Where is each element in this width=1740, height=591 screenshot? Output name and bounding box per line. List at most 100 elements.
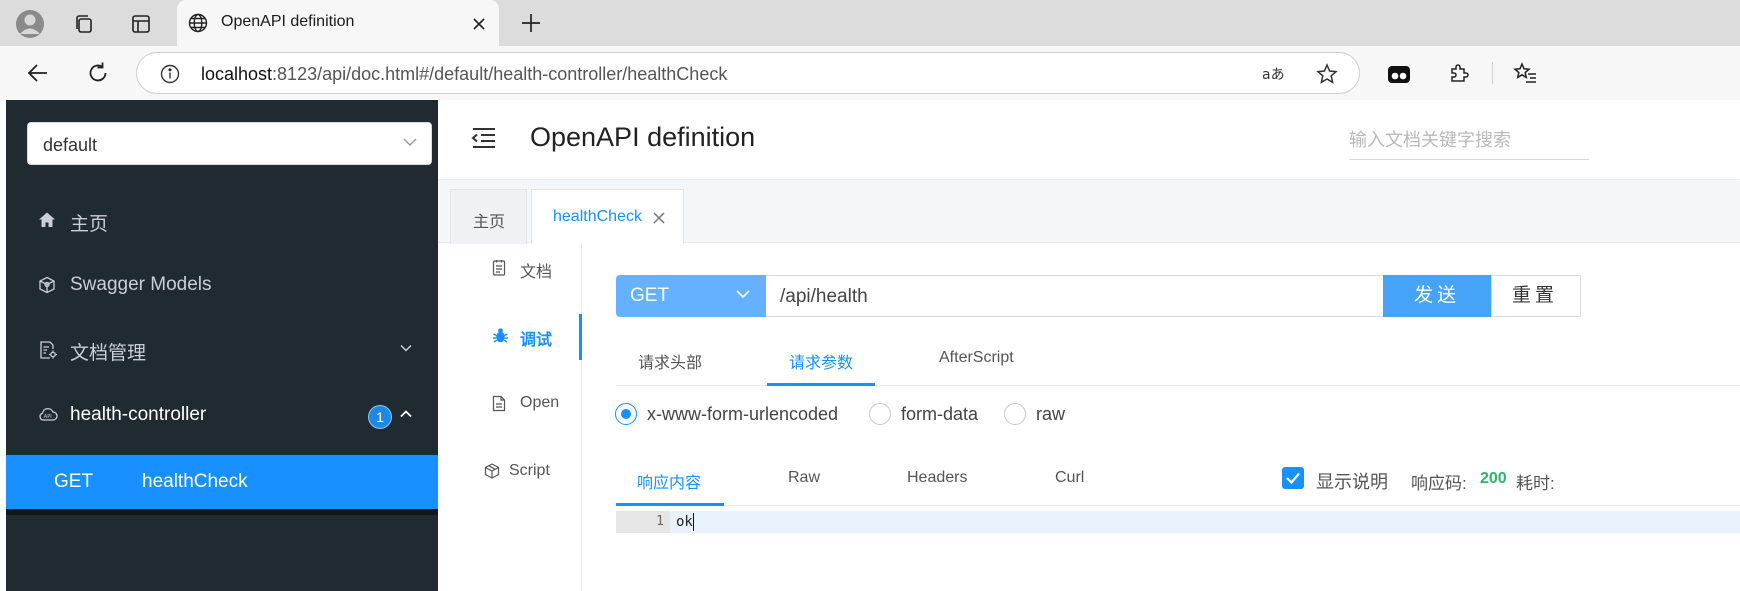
checkmark-icon <box>1286 472 1300 485</box>
nav-label: Script <box>509 462 550 479</box>
browser-tab-active[interactable]: OpenAPI definition <box>177 0 499 46</box>
document-icon <box>492 259 506 276</box>
nav-label: 文档 <box>520 264 553 281</box>
sidebar-item-label: Swagger Models <box>70 274 212 295</box>
sidebar-divider <box>6 509 438 515</box>
sidebar: default 主页 Swagger Models 文档管理 API healt… <box>6 100 438 591</box>
tab-healthcheck[interactable]: healthCheck <box>531 189 684 244</box>
search-input[interactable] <box>1349 122 1589 160</box>
tab-response-curl[interactable]: Curl <box>1055 469 1084 487</box>
address-bar[interactable]: localhost:8123/api/doc.html#/default/hea… <box>136 52 1360 94</box>
browser-toolbar: localhost:8123/api/doc.html#/default/hea… <box>0 46 1740 100</box>
url-host: localhost <box>201 64 273 84</box>
api-section-nav: 文档 调试 Open Script <box>440 243 582 591</box>
sidebar-item-label: 文档管理 <box>70 343 147 364</box>
tab-response-headers[interactable]: Headers <box>907 469 967 487</box>
radio-form-urlencoded[interactable]: x-www-form-urlencoded <box>615 403 855 427</box>
cube-icon <box>38 276 58 296</box>
request-path-value: /api/health <box>780 286 868 307</box>
reload-icon[interactable] <box>84 59 112 87</box>
code-sandbox-icon <box>484 463 500 479</box>
doc-tabs-bar: 主页 healthCheck <box>438 181 1740 244</box>
nav-label: 调试 <box>520 332 553 349</box>
workspaces-icon[interactable] <box>70 10 98 38</box>
tab-response-raw[interactable]: Raw <box>788 469 820 487</box>
page-title: OpenAPI definition <box>530 122 756 152</box>
radio-form-data[interactable]: form-data <box>869 403 989 427</box>
nav-script[interactable]: Script <box>440 453 582 493</box>
chevron-up-icon <box>400 410 412 418</box>
sidebar-subitem-healthcheck[interactable]: GET healthCheck <box>6 455 438 509</box>
sidebar-item-home[interactable]: 主页 <box>6 189 438 253</box>
http-method-select[interactable]: GET <box>616 275 766 317</box>
radio-label: raw <box>1036 404 1066 424</box>
show-description-checkbox[interactable] <box>1282 467 1304 489</box>
response-body-text: ok <box>676 514 693 530</box>
radio-raw[interactable]: raw <box>1004 403 1074 427</box>
browser-tab-title: OpenAPI definition <box>221 13 355 30</box>
profile-avatar-icon[interactable] <box>14 8 46 40</box>
close-icon[interactable] <box>653 212 665 224</box>
favorite-star-icon[interactable] <box>1315 62 1339 86</box>
svg-text:aあ: aあ <box>1262 67 1285 83</box>
url-path: :8123/api/doc.html#/default/health-contr… <box>272 64 728 84</box>
param-tab-active-indicator <box>767 383 875 386</box>
document-settings-icon <box>38 340 58 360</box>
file-icon <box>492 395 506 412</box>
url-text: localhost:8123/api/doc.html#/default/hea… <box>201 64 727 85</box>
text-cursor <box>693 513 694 531</box>
request-path-input[interactable]: /api/health <box>766 275 1384 317</box>
browser-tab-strip: OpenAPI definition <box>0 0 1740 46</box>
response-time-label: 耗时: <box>1516 474 1555 493</box>
count-badge: 1 <box>368 405 392 429</box>
site-info-icon[interactable] <box>159 63 181 85</box>
tab-request-params[interactable]: 请求参数 <box>789 349 853 373</box>
radio-label: x-www-form-urlencoded <box>647 404 839 424</box>
radio-label: form-data <box>901 404 979 424</box>
home-icon <box>38 211 58 231</box>
tab-label: 主页 <box>473 214 506 231</box>
tab-label: healthCheck <box>553 208 642 225</box>
nav-doc[interactable]: 文档 <box>440 249 582 289</box>
sidebar-item-label: health-controller <box>70 404 207 425</box>
response-tabs-divider <box>616 505 1740 506</box>
tab-request-headers[interactable]: 请求头部 <box>638 349 702 373</box>
radio-circle <box>869 403 891 425</box>
radio-circle <box>615 403 637 425</box>
response-code-value: 200 <box>1480 470 1507 487</box>
chevron-down-icon <box>403 137 417 147</box>
toolbar-divider <box>1492 62 1493 84</box>
chevron-down-icon <box>400 344 412 352</box>
group-select[interactable]: default <box>27 122 432 165</box>
main-header: OpenAPI definition <box>438 100 1740 180</box>
extensions-puzzle-icon[interactable] <box>1446 60 1472 86</box>
show-description-label: 显示说明 <box>1316 472 1388 492</box>
nav-active-indicator <box>579 314 582 360</box>
sidebar-item-doc-management[interactable]: 文档管理 <box>6 318 438 382</box>
nav-label: Open <box>520 394 560 411</box>
tab-home[interactable]: 主页 <box>450 189 527 244</box>
close-tab-icon[interactable] <box>469 14 489 34</box>
response-tab-active-indicator <box>616 503 724 506</box>
send-button[interactable]: 发送 <box>1383 275 1491 317</box>
cloud-api-icon: API <box>38 406 58 426</box>
nav-debug[interactable]: 调试 <box>440 317 582 357</box>
http-method-value: GET <box>630 285 670 306</box>
radio-circle <box>1004 403 1026 425</box>
menu-collapse-icon[interactable] <box>471 126 497 150</box>
new-tab-icon[interactable] <box>518 10 544 36</box>
back-arrow-icon[interactable] <box>24 59 52 87</box>
response-editor[interactable]: 1 ok <box>616 511 1740 533</box>
tab-actions-icon[interactable] <box>127 10 155 38</box>
tab-after-script[interactable]: AfterScript <box>939 349 1014 367</box>
line-number: 1 <box>616 511 670 533</box>
reset-button[interactable]: 重置 <box>1491 275 1581 317</box>
svg-text:API: API <box>44 414 52 420</box>
nav-open[interactable]: Open <box>440 385 582 425</box>
read-aloud-icon[interactable]: aあ <box>1261 63 1287 85</box>
sidebar-item-label: 主页 <box>70 214 109 235</box>
sidebar-item-swagger-models[interactable]: Swagger Models <box>6 254 438 318</box>
tab-response-content[interactable]: 响应内容 <box>637 469 701 493</box>
extension-glasses-icon[interactable] <box>1386 61 1412 87</box>
favorites-list-icon[interactable] <box>1512 60 1538 86</box>
